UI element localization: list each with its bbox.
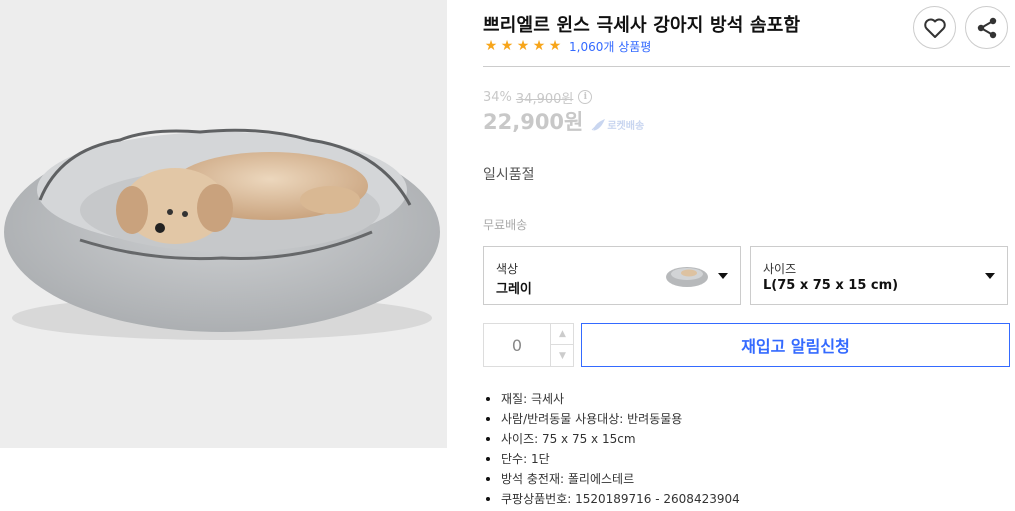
product-info-panel: 쁘리엘르 윈스 극세사 강아지 방석 솜포함 ★ ★ ★ ★ ★ 1,060개 …	[483, 0, 1010, 511]
product-title: 쁘리엘르 윈스 극세사 강아지 방석 솜포함	[483, 15, 801, 36]
quantity-input[interactable]: 0	[484, 324, 550, 366]
product-image	[0, 0, 447, 448]
list-item: 쿠팡상품번호: 1520189716 - 2608423904	[483, 489, 740, 509]
option-label: 사이즈	[763, 262, 797, 276]
list-item: 재질: 극세사	[483, 389, 740, 409]
review-count-link[interactable]: 1,060개 상품평	[569, 38, 651, 55]
share-icon	[977, 17, 996, 38]
info-icon[interactable]: i	[578, 90, 593, 104]
sale-price-row: 22,900원 로켓배송	[483, 108, 644, 136]
dog-bed-photo	[0, 0, 447, 448]
list-item: 단수: 1단	[483, 449, 740, 469]
divider	[483, 66, 1010, 67]
color-option-select[interactable]: 색상 그레이	[483, 246, 741, 305]
discount-rate: 34%	[483, 89, 512, 105]
chevron-down-icon	[985, 273, 995, 279]
star-rating: ★ ★ ★ ★ ★	[483, 38, 563, 54]
wishlist-button[interactable]	[913, 6, 956, 49]
option-label: 색상	[496, 262, 519, 276]
option-value: 그레이	[496, 282, 532, 297]
original-price: 34,900원	[515, 91, 574, 107]
star-icon: ★	[532, 38, 546, 54]
quantity-down-button[interactable]: ▼	[550, 345, 574, 366]
share-button[interactable]	[965, 6, 1008, 49]
quantity-up-button[interactable]: ▲	[550, 324, 574, 345]
sale-price: 22,900원	[483, 110, 584, 134]
list-item: 방석 충전재: 폴리에스테르	[483, 469, 740, 489]
rocket-label: 로켓배송	[607, 121, 645, 132]
heart-icon	[923, 18, 946, 38]
rocket-icon	[592, 118, 606, 131]
option-value: L(75 x 75 x 15 cm)	[763, 278, 899, 293]
chevron-down-icon	[718, 273, 728, 279]
restock-alert-button[interactable]: 재입고 알림신청	[581, 323, 1010, 367]
rocket-delivery-badge: 로켓배송	[591, 117, 644, 132]
size-option-select[interactable]: 사이즈 L(75 x 75 x 15 cm)	[750, 246, 1008, 305]
stock-status: 일시품절	[483, 167, 535, 183]
star-icon: ★	[548, 38, 562, 54]
star-icon: ★	[516, 38, 530, 54]
list-item: 사람/반려동물 사용대상: 반려동물용	[483, 409, 740, 429]
original-price-row: 34% 34,900원 i	[483, 89, 593, 107]
rating-row[interactable]: ★ ★ ★ ★ ★ 1,060개 상품평	[483, 37, 652, 55]
color-thumbnail	[666, 267, 708, 287]
shipping-info: 무료배송	[483, 218, 528, 232]
list-item: 사이즈: 75 x 75 x 15cm	[483, 429, 740, 449]
star-icon: ★	[500, 38, 514, 54]
spec-list: 재질: 극세사 사람/반려동물 사용대상: 반려동물용 사이즈: 75 x 75…	[483, 389, 740, 509]
star-icon: ★	[484, 38, 498, 54]
quantity-stepper: 0 ▲ ▼	[483, 323, 574, 367]
